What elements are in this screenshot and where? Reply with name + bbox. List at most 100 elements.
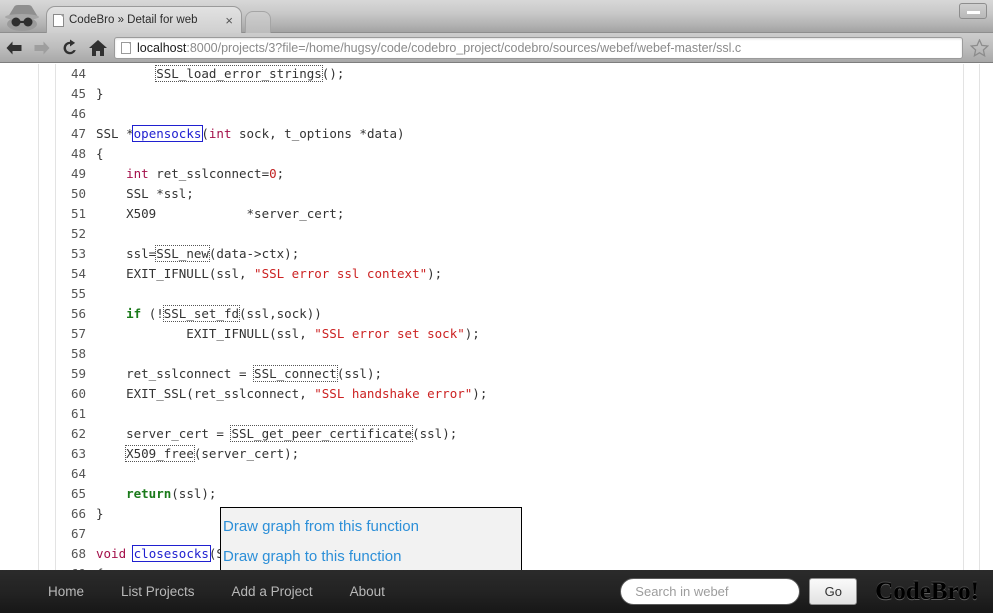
url-path: :8000/projects/3?file=/home/hugsy/code/c… (186, 40, 742, 55)
code-line: 59 ret_sslconnect = SSL_connect(ssl); (56, 364, 963, 384)
code-line: 44 SSL_load_error_strings(); (56, 64, 963, 84)
home-icon[interactable] (84, 35, 112, 61)
line-number: 58 (70, 346, 86, 361)
code-line: 56 if (!SSL_set_fd(ssl,sock)) (56, 304, 963, 324)
code-line: 49 int ret_sslconnect=0; (56, 164, 963, 184)
graph-context-popup: Draw graph from this function Draw graph… (220, 507, 522, 573)
line-number: 55 (70, 286, 86, 301)
footer-link-add-a-project[interactable]: Add a Project (232, 584, 313, 599)
incognito-icon (2, 2, 46, 32)
code-line: 54 EXIT_IFNULL(ssl, "SSL error ssl conte… (56, 264, 963, 284)
code-line-text: EXIT_IFNULL(ssl, "SSL error ssl context"… (96, 266, 443, 281)
browser-window: CodeBro » Detail for web × localhost:80… (0, 0, 993, 613)
line-number: 45 (70, 86, 86, 101)
line-number: 47 (70, 126, 86, 141)
code-line: 63 X509_free(server_cert); (56, 444, 963, 464)
minimize-button[interactable] (959, 3, 987, 19)
browser-tab[interactable]: CodeBro » Detail for web × (46, 6, 242, 33)
line-number: 59 (70, 366, 86, 381)
code-line: 64 (56, 464, 963, 484)
search-input[interactable] (620, 578, 801, 605)
code-line: 51 X509 *server_cert; (56, 204, 963, 224)
go-button[interactable]: Go (809, 578, 858, 605)
line-number: 49 (70, 166, 86, 181)
code-line-text: SSL *ssl; (96, 186, 194, 201)
function-xref-link[interactable]: SSL_set_fd (162, 305, 241, 322)
address-bar[interactable]: localhost :8000/projects/3?file=/home/hu… (114, 36, 963, 59)
function-xref-link[interactable]: SSL_load_error_strings (155, 65, 323, 82)
code-line-text: EXIT_IFNULL(ssl, "SSL error set sock"); (96, 326, 480, 341)
line-number: 51 (70, 206, 86, 221)
code-line: 60 EXIT_SSL(ret_sslconnect, "SSL handsha… (56, 384, 963, 404)
code-line-text: int ret_sslconnect=0; (126, 166, 285, 181)
line-number: 60 (70, 386, 86, 401)
code-line-text: ssl=SSL_new(data->ctx); (96, 245, 300, 262)
footer-navigation: Home List Projects Add a Project About (48, 584, 422, 599)
function-xref-link[interactable]: SSL_new (155, 245, 210, 262)
line-number: 62 (70, 426, 86, 441)
code-line: 50 SSL *ssl; (56, 184, 963, 204)
function-definition-link[interactable]: closesocks (131, 545, 211, 562)
reload-icon[interactable] (56, 35, 84, 61)
line-number: 54 (70, 266, 86, 281)
code-line: 46 (56, 104, 963, 124)
line-number: 64 (70, 466, 86, 481)
code-line: 61 (56, 404, 963, 424)
code-line-text: SSL_load_error_strings(); (155, 65, 345, 82)
back-arrow-icon[interactable] (0, 35, 28, 61)
line-number: 52 (70, 226, 86, 241)
function-xref-link[interactable]: SSL_get_peer_certificate (230, 425, 414, 442)
line-number: 65 (70, 486, 86, 501)
brand-logo: CodeBro! (875, 577, 979, 605)
star-icon[interactable] (967, 35, 993, 61)
line-number: 44 (70, 66, 86, 81)
code-line-text: ret_sslconnect = SSL_connect(ssl); (96, 365, 382, 382)
code-line: 47 SSL *opensocks(int sock, t_options *da… (56, 124, 963, 144)
function-definition-link[interactable]: opensocks (131, 125, 204, 142)
line-number: 66 (70, 506, 86, 521)
function-xref-link[interactable]: SSL_connect (253, 365, 338, 382)
code-line-text: X509_free(server_cert); (125, 445, 300, 462)
code-line: 52 (56, 224, 963, 244)
site-footer: Home List Projects Add a Project About G… (0, 570, 993, 613)
new-tab-button[interactable] (245, 11, 271, 33)
page-favicon-icon (121, 41, 131, 54)
tab-favicon-icon (53, 13, 64, 27)
line-number: 63 (70, 446, 86, 461)
navigation-toolbar: localhost :8000/projects/3?file=/home/hu… (0, 33, 993, 63)
line-number: 48 (70, 146, 86, 161)
footer-link-home[interactable]: Home (48, 584, 84, 599)
code-line-text: X509 *server_cert; (96, 206, 345, 221)
code-line-text: return(ssl); (126, 486, 217, 501)
line-number: 56 (70, 306, 86, 321)
page-content: 44 SSL_load_error_strings(); 45} 46 47 SSL *… (0, 64, 993, 613)
line-number: 50 (70, 186, 86, 201)
minimize-glyph (967, 11, 980, 14)
code-line: 55 (56, 284, 963, 304)
function-xref-link[interactable]: X509_free (125, 445, 195, 462)
tab-title: CodeBro » Detail for web (69, 14, 198, 26)
tab-close-icon[interactable]: × (223, 14, 235, 27)
footer-link-about[interactable]: About (350, 584, 385, 599)
line-number: 61 (70, 406, 86, 421)
footer-search-area: Go CodeBro! (620, 578, 979, 606)
code-line-text: EXIT_SSL(ret_sslconnect, "SSL handshake … (96, 386, 488, 401)
code-line-text: { (96, 146, 104, 161)
footer-link-list-projects[interactable]: List Projects (121, 584, 195, 599)
code-line-text: server_cert = SSL_get_peer_certificate(s… (96, 425, 458, 442)
line-number: 46 (70, 106, 86, 121)
line-number: 57 (70, 326, 86, 341)
layout-rule-left-outer (38, 64, 39, 613)
draw-graph-to-link[interactable]: Draw graph to this function (221, 542, 521, 572)
layout-rule-right-outer (979, 64, 980, 613)
line-number: 68 (70, 546, 86, 561)
draw-graph-from-link[interactable]: Draw graph from this function (221, 512, 521, 542)
forward-arrow-icon (28, 35, 56, 61)
code-line: 45} (56, 84, 963, 104)
code-line-text: SSL *opensocks(int sock, t_options *data… (96, 125, 405, 142)
url-host: localhost (137, 40, 187, 55)
code-line: 62 server_cert = SSL_get_peer_certificat… (56, 424, 963, 444)
code-line-text: if (!SSL_set_fd(ssl,sock)) (126, 305, 322, 322)
code-line-text: } (96, 506, 104, 521)
code-line: 57 EXIT_IFNULL(ssl, "SSL error set sock"… (56, 324, 963, 344)
